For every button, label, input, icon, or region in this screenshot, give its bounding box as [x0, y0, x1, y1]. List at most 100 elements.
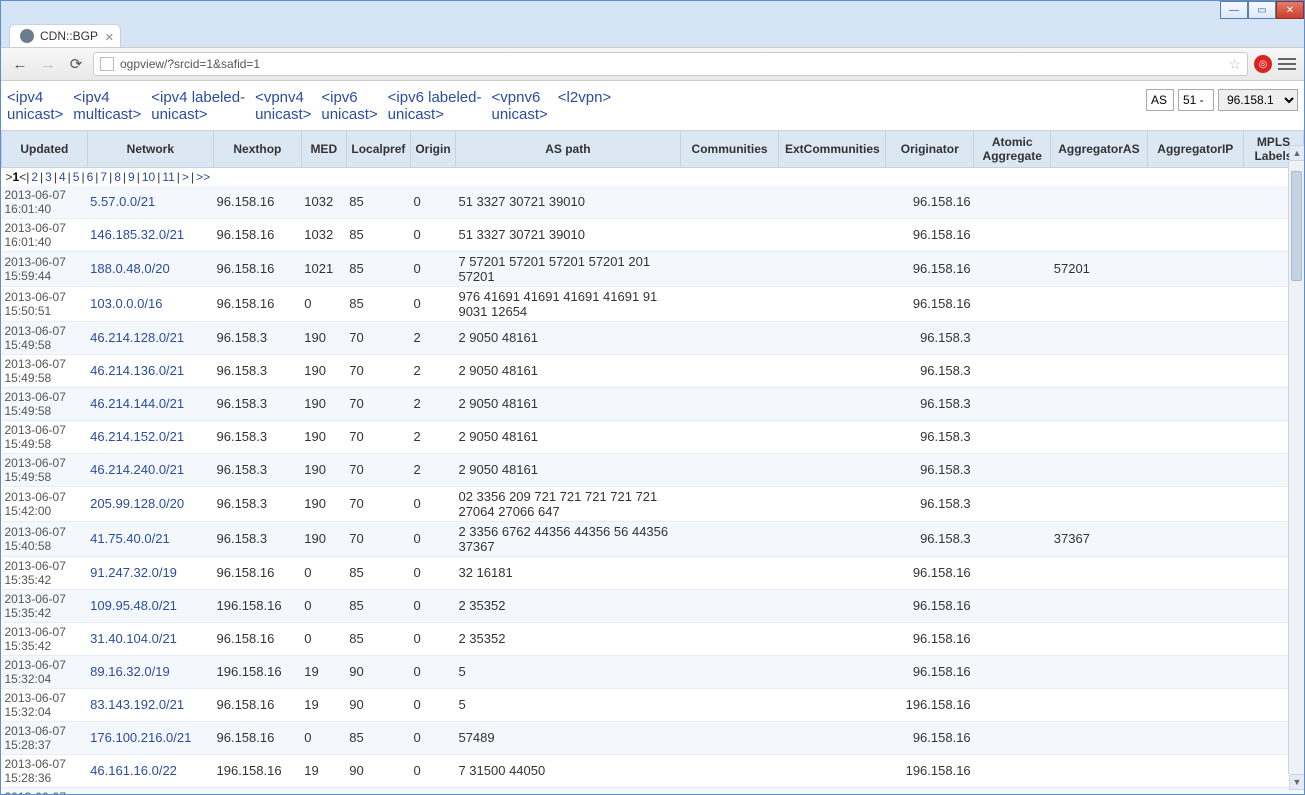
column-header[interactable]: AggregatorIP — [1147, 130, 1243, 167]
network-link[interactable]: 46.214.128.0/21 — [90, 330, 184, 345]
cell-med: 190 — [301, 453, 346, 486]
cell-aggregator-as — [1051, 688, 1147, 721]
network-link[interactable]: 46.214.136.0/21 — [90, 363, 184, 378]
network-link[interactable]: 176.100.216.0/21 — [90, 730, 191, 745]
cell-aggregator-as — [1051, 387, 1147, 420]
cell-atomic — [974, 453, 1051, 486]
cell-extcommunities — [779, 420, 886, 453]
pager-page[interactable]: 5 — [71, 170, 82, 184]
cell-localpref: 90 — [346, 754, 410, 787]
cell-aspath: 51 3327 30721 39010 — [455, 218, 680, 251]
cell-med: 190 — [301, 521, 346, 556]
back-button[interactable]: ← — [9, 53, 31, 75]
page-icon — [100, 57, 114, 71]
filter-range-input[interactable] — [1178, 89, 1214, 111]
column-header[interactable]: Originator — [886, 130, 974, 167]
network-link[interactable]: 41.75.40.0/21 — [90, 531, 170, 546]
column-header[interactable]: AggregatorAS — [1051, 130, 1147, 167]
scrollbar-thumb[interactable] — [1291, 171, 1302, 281]
column-header[interactable]: MED — [301, 130, 346, 167]
pager-page[interactable]: 11 — [160, 170, 176, 184]
cell-network: 46.214.240.0/21 — [87, 453, 213, 486]
table-row: 2013-06-07 16:01:405.57.0.0/2196.158.161… — [2, 186, 1304, 219]
window-maximize-button[interactable]: ▭ — [1248, 1, 1276, 19]
cell-aggregator-as — [1051, 218, 1147, 251]
pager-page[interactable]: 10 — [140, 170, 157, 184]
cell-aggregator-ip — [1147, 787, 1243, 794]
pager-next[interactable]: > — [180, 170, 191, 184]
cell-network: 146.185.32.0/21 — [87, 218, 213, 251]
nav-ipv4-multicast[interactable]: <ipv4 multicast> — [73, 89, 141, 124]
network-link[interactable]: 205.99.128.0/20 — [90, 496, 184, 511]
network-link[interactable]: 89.16.32.0/19 — [90, 664, 170, 679]
cell-aggregator-as — [1051, 655, 1147, 688]
reload-button[interactable]: ⟳ — [65, 53, 87, 75]
network-link[interactable]: 5.57.0.0/21 — [90, 194, 155, 209]
pager-page[interactable]: 8 — [112, 170, 123, 184]
scroll-down-icon[interactable]: ▼ — [1289, 774, 1304, 790]
pager-page[interactable]: 3 — [43, 170, 54, 184]
column-header[interactable]: Atomic Aggregate — [974, 130, 1051, 167]
window-close-button[interactable]: ✕ — [1276, 1, 1304, 19]
menu-button[interactable] — [1278, 58, 1296, 70]
network-link[interactable]: 31.40.104.0/21 — [90, 631, 177, 646]
nav-ipv4-labeled-unicast[interactable]: <ipv4 labeled- unicast> — [151, 89, 245, 124]
network-link[interactable]: 83.143.192.0/21 — [90, 697, 184, 712]
filter-originator-select[interactable]: 96.158.1 — [1218, 89, 1298, 111]
network-link[interactable]: 103.0.0.0/16 — [90, 296, 162, 311]
cell-origin: 0 — [411, 521, 456, 556]
filter-controls: 96.158.1 — [1146, 89, 1298, 111]
nav-ipv6-unicast[interactable]: <ipv6 unicast> — [321, 89, 377, 124]
cell-communities — [680, 251, 779, 286]
nav-ipv4-unicast[interactable]: <ipv4 unicast> — [7, 89, 63, 124]
column-header[interactable]: Origin — [411, 130, 456, 167]
cell-atomic — [974, 420, 1051, 453]
pager-page[interactable]: 2 — [29, 170, 40, 184]
address-bar[interactable]: ogpview/?srcid=1&safid=1 ☆ — [93, 52, 1248, 76]
column-header[interactable]: Communities — [680, 130, 779, 167]
nav-vpnv4-unicast[interactable]: <vpnv4 unicast> — [255, 89, 311, 124]
pager-page[interactable]: 9 — [126, 170, 137, 184]
cell-updated: 2013-06-07 15:42:00 — [2, 486, 88, 521]
cell-communities — [680, 721, 779, 754]
network-link[interactable]: 46.214.144.0/21 — [90, 396, 184, 411]
filter-as-input[interactable] — [1146, 89, 1174, 111]
pager-page[interactable]: 6 — [85, 170, 96, 184]
cell-extcommunities — [779, 688, 886, 721]
nav-vpnv6-unicast[interactable]: <vpnv6 unicast> — [492, 89, 548, 124]
cell-originator: 196.158.16 — [886, 754, 974, 787]
bookmark-star-icon[interactable]: ☆ — [1228, 56, 1241, 73]
browser-tab[interactable]: CDN::BGP ✕ — [9, 24, 121, 47]
network-link[interactable]: 46.214.152.0/21 — [90, 429, 184, 444]
nav-ipv6-labeled-unicast[interactable]: <ipv6 labeled- unicast> — [388, 89, 482, 124]
cell-nexthop: 196.158.16 — [214, 754, 302, 787]
column-header[interactable]: Localpref — [346, 130, 410, 167]
pager-last[interactable]: >> — [194, 170, 212, 184]
network-link[interactable]: 46.161.16.0/22 — [90, 763, 177, 778]
forward-button[interactable]: → — [37, 53, 59, 75]
network-link[interactable]: 109.95.48.0/21 — [90, 598, 177, 613]
column-header[interactable]: Network — [87, 130, 213, 167]
network-link[interactable]: 46.214.240.0/21 — [90, 462, 184, 477]
pager-page[interactable]: 4 — [57, 170, 68, 184]
column-header[interactable]: Nexthop — [214, 130, 302, 167]
cell-origin: 0 — [411, 556, 456, 589]
network-link[interactable]: 91.247.32.0/19 — [90, 565, 177, 580]
column-header[interactable]: Updated — [2, 130, 88, 167]
cell-communities — [680, 754, 779, 787]
column-header[interactable]: ExtCommunities — [779, 130, 886, 167]
pager-page[interactable]: 7 — [98, 170, 109, 184]
cell-origin: 0 — [411, 186, 456, 219]
nav-l2vpn[interactable]: <l2vpn> — [558, 89, 611, 106]
network-link[interactable]: 146.185.32.0/21 — [90, 227, 184, 242]
cell-origin: 0 — [411, 754, 456, 787]
cell-aggregator-ip — [1147, 321, 1243, 354]
vertical-scrollbar[interactable]: ▲ ▼ — [1288, 161, 1304, 774]
tab-close-icon[interactable]: ✕ — [105, 31, 114, 44]
cell-origin: 2 — [411, 354, 456, 387]
adblock-icon[interactable]: ◎ — [1254, 55, 1272, 73]
window-minimize-button[interactable]: — — [1220, 1, 1248, 19]
column-header[interactable]: AS path — [455, 130, 680, 167]
network-link[interactable]: 188.0.48.0/20 — [90, 261, 170, 276]
scroll-up-icon[interactable]: ▲ — [1289, 145, 1304, 161]
